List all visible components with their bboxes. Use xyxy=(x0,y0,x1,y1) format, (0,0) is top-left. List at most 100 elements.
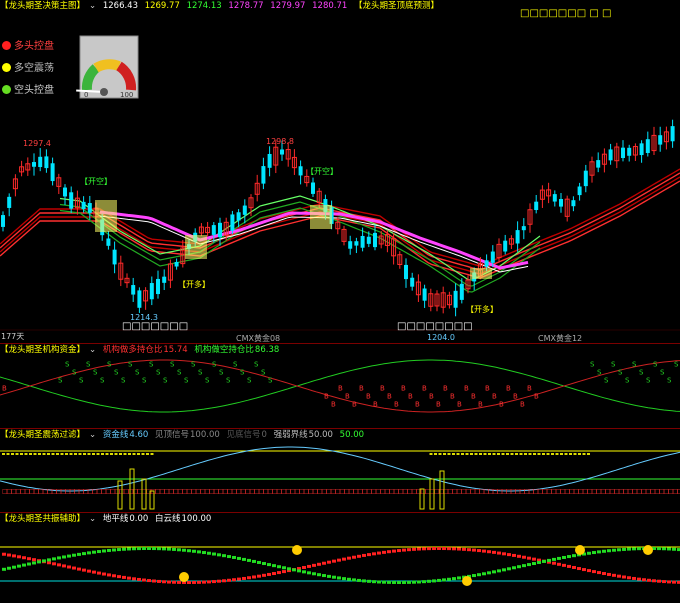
candle-body xyxy=(162,276,167,283)
red-dot xyxy=(622,575,626,579)
short-marker: S xyxy=(625,376,630,384)
red-dot xyxy=(7,553,11,557)
price-high-label-2: 1298.8 xyxy=(266,137,294,146)
long-marker: B xyxy=(2,384,7,392)
price-high-label-1: 1297.4 xyxy=(23,139,51,148)
red-dot xyxy=(52,562,56,566)
candle-body xyxy=(137,290,142,308)
yellow-marker xyxy=(56,453,59,455)
green-dot xyxy=(452,577,456,581)
yellow-marker xyxy=(69,453,73,455)
short-marker: S xyxy=(170,360,175,368)
red-dot xyxy=(232,578,236,582)
red-dot xyxy=(627,576,631,580)
yellow-marker xyxy=(542,453,545,455)
red-dot xyxy=(272,572,276,576)
red-dot xyxy=(212,580,216,584)
short-marker: S xyxy=(240,368,245,376)
green-dot xyxy=(107,548,111,552)
green-dot xyxy=(102,549,106,553)
candle-body xyxy=(515,230,520,244)
gauge-min-label: 0 xyxy=(84,91,88,99)
resonance-aux-panel[interactable]: 【龙头期圣共振辅助】 ⌄ 地平线0.00 白云线100.00 xyxy=(0,513,680,603)
yellow-marker xyxy=(501,453,505,455)
short-marker: S xyxy=(646,376,651,384)
red-dot xyxy=(277,571,281,575)
short-marker: S xyxy=(618,368,623,376)
short-marker: S xyxy=(268,376,273,384)
short-marker: S xyxy=(611,360,616,368)
candle-body xyxy=(577,186,582,196)
green-dot xyxy=(217,553,221,557)
yellow-marker xyxy=(6,453,10,455)
short-marker: S xyxy=(191,360,196,368)
green-dot xyxy=(187,549,191,553)
short-marker: S xyxy=(149,360,154,368)
long-marker: B xyxy=(373,400,378,408)
yellow-marker xyxy=(434,453,437,455)
yellow-marker xyxy=(506,453,509,455)
green-dot xyxy=(342,577,346,581)
red-dot xyxy=(247,576,251,580)
yellow-marker xyxy=(546,453,550,455)
yellow-marker xyxy=(510,453,514,455)
yellow-marker xyxy=(60,453,64,455)
green-dot xyxy=(347,577,351,581)
red-dot xyxy=(472,548,476,552)
long-marker: B xyxy=(324,392,329,400)
open-long-signal-2: 【开多】 xyxy=(466,305,498,314)
green-dot xyxy=(437,578,441,582)
green-dot xyxy=(477,573,481,577)
candle-body xyxy=(112,249,117,265)
yellow-marker xyxy=(492,453,496,455)
candle-body xyxy=(44,156,49,169)
green-dot xyxy=(387,580,391,584)
yellow-marker xyxy=(447,453,451,455)
green-dot xyxy=(147,547,151,551)
oscillation-filter-panel[interactable]: 【龙头期圣震荡过滤】 ⌄ 资金线4.60 见顶信号100.00 见底信号0 强弱界… xyxy=(0,429,680,512)
green-dot xyxy=(157,547,161,551)
red-dot xyxy=(32,558,36,562)
red-dot xyxy=(577,567,581,571)
short-marker: S xyxy=(590,360,595,368)
candle-body xyxy=(69,192,74,209)
short-marker: S xyxy=(247,376,252,384)
yellow-marker xyxy=(438,453,442,455)
candle-body xyxy=(131,285,136,295)
red-dot xyxy=(377,551,381,555)
red-dot xyxy=(202,580,206,584)
short-marker: S xyxy=(205,376,210,384)
red-dot xyxy=(517,554,521,558)
green-dot xyxy=(397,581,401,584)
green-dot xyxy=(427,579,431,583)
long-marker: B xyxy=(429,392,434,400)
long-marker: B xyxy=(471,392,476,400)
institution-funds-panel[interactable]: 【龙头期圣机构资金】 ⌄ 机构做多持仓比15.74 机构做空持仓比86.38 BS… xyxy=(0,344,680,428)
long-marker: B xyxy=(443,384,448,392)
red-dot xyxy=(337,558,341,562)
long-marker: B xyxy=(436,400,441,408)
red-dot xyxy=(417,547,421,551)
red-dot xyxy=(22,556,26,560)
candle-body xyxy=(639,143,644,156)
yellow-marker xyxy=(15,453,19,455)
green-dot xyxy=(337,576,341,580)
candle-body xyxy=(311,182,315,194)
main-chart-panel[interactable]: 【龙头期圣决策主图】 ⌄ 1266.43 1269.77 1274.13 1278… xyxy=(0,0,680,343)
yellow-marker xyxy=(74,453,77,455)
green-dot xyxy=(207,551,211,555)
red-dot xyxy=(132,577,136,581)
long-marker: B xyxy=(499,400,504,408)
yellow-marker xyxy=(92,453,95,455)
green-dot xyxy=(392,580,396,584)
red-dot xyxy=(382,550,386,554)
red-dot xyxy=(392,549,396,553)
green-dot xyxy=(532,562,536,566)
candle-body xyxy=(50,163,55,182)
green-dot xyxy=(252,559,256,563)
red-dot xyxy=(127,576,131,580)
green-dot xyxy=(127,547,131,551)
yellow-marker xyxy=(42,453,46,455)
yellow-marker xyxy=(114,453,118,455)
green-dot xyxy=(422,580,426,584)
